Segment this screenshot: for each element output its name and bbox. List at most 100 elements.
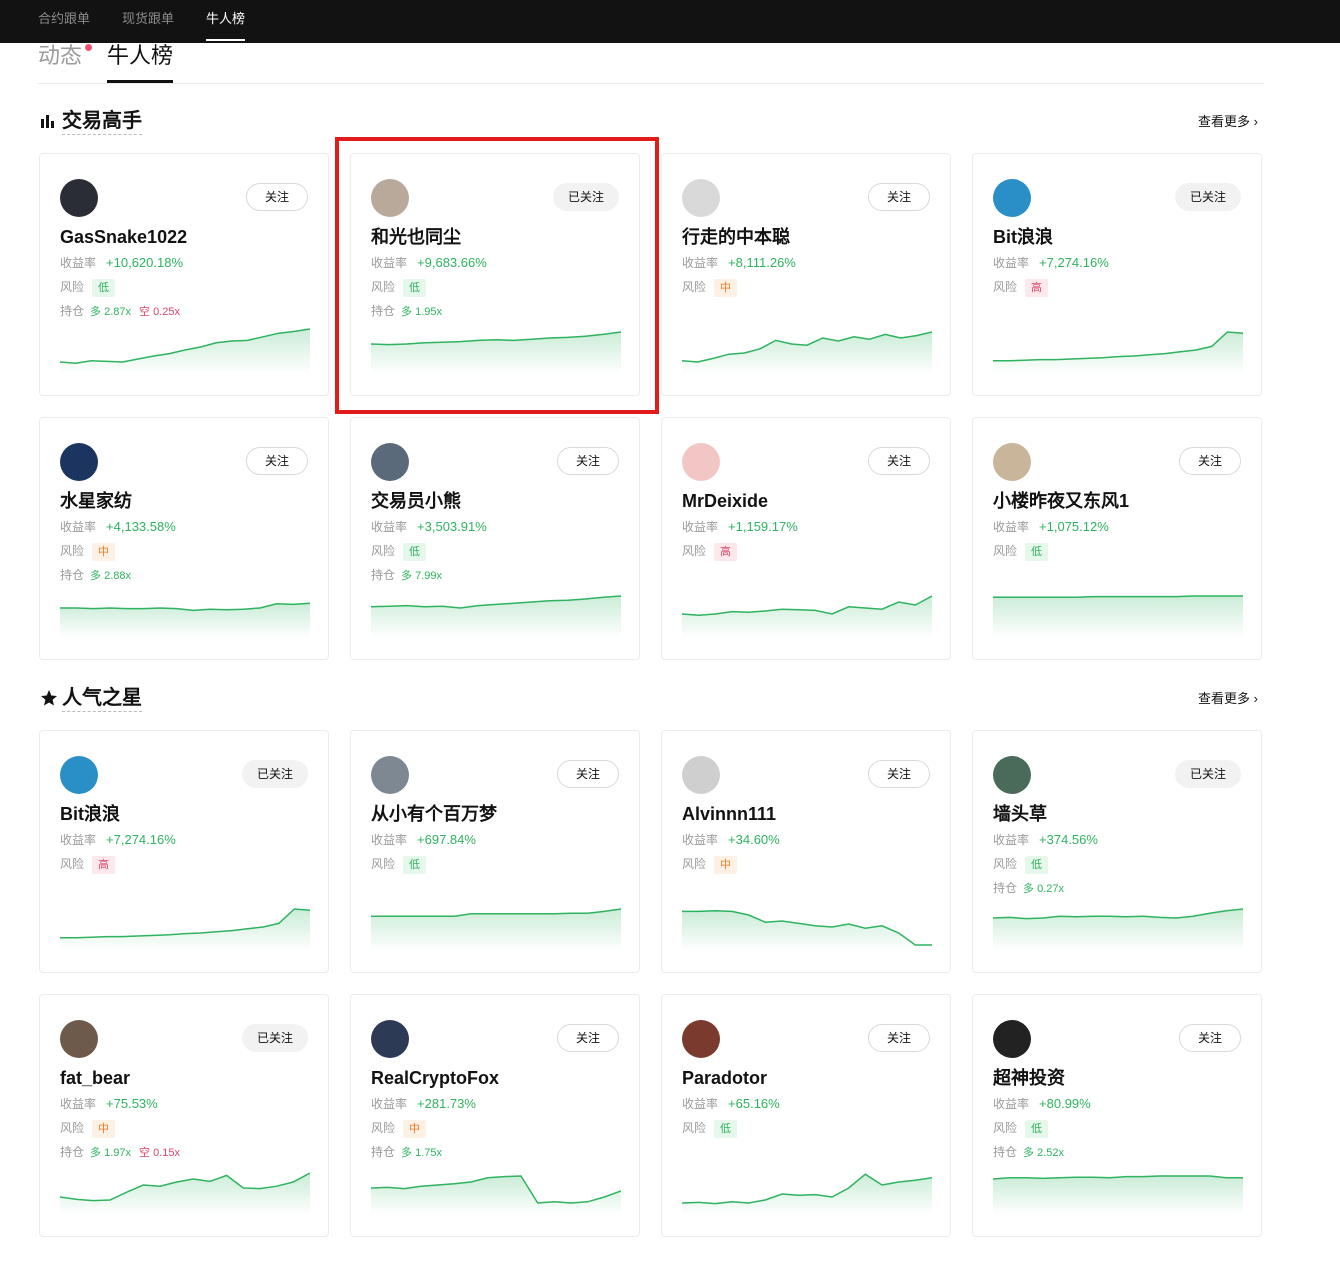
- follow-button[interactable]: 关注: [867, 760, 930, 788]
- trader-card[interactable]: 关注 Alvinnn111 收益率 +34.60% 风险中: [661, 730, 951, 973]
- risk-row: 风险中: [682, 855, 738, 874]
- sparkline-area: [60, 909, 310, 951]
- trader-card[interactable]: 关注 从小有个百万梦 收益率 +697.84% 风险低: [350, 730, 640, 973]
- trader-name[interactable]: 行走的中本聪: [682, 226, 790, 248]
- risk-row: 风险低: [60, 278, 116, 297]
- trader-card[interactable]: 已关注 Bit浪浪 收益率 +7,274.16% 风险高: [972, 153, 1262, 396]
- trader-card[interactable]: 关注 行走的中本聪 收益率 +8,111.26% 风险中: [661, 153, 951, 396]
- cartoon-kid-avatar[interactable]: [682, 443, 720, 481]
- trader-card[interactable]: 已关注 墙头草 收益率 +374.56% 风险低持仓多 0.27x: [972, 730, 1262, 973]
- trader-name[interactable]: 从小有个百万梦: [371, 803, 497, 825]
- roi-label: 收益率: [371, 833, 408, 847]
- trader-card[interactable]: 关注 MrDeixide 收益率 +1,159.17% 风险高: [661, 417, 951, 660]
- trader-card[interactable]: 关注 GasSnake1022 收益率 +10,620.18% 风险低持仓多 2.87…: [39, 153, 329, 396]
- trader-name[interactable]: fat_bear: [60, 1067, 130, 1089]
- follow-button[interactable]: 已关注: [241, 1024, 308, 1052]
- tab-ranking[interactable]: 牛人榜: [107, 40, 174, 83]
- trader-name[interactable]: GasSnake1022: [60, 226, 187, 248]
- trader-card[interactable]: 已关注 fat_bear 收益率 +75.53% 风险中持仓多 1.97x 空 0.15…: [39, 994, 329, 1237]
- bearded-man-avatar[interactable]: [682, 1020, 720, 1058]
- follow-button[interactable]: 已关注: [1174, 760, 1241, 788]
- trader-card[interactable]: 关注 Paradotor 收益率 +65.16% 风险低: [661, 994, 951, 1237]
- see-more-label: 查看更多: [1198, 114, 1251, 129]
- roi-value: +80.99%: [1039, 1096, 1091, 1111]
- trader-card[interactable]: 关注 水星家纺 收益率 +4,133.58% 风险中持仓多 2.88x: [39, 417, 329, 660]
- profit-sparkline: [682, 595, 932, 638]
- roi-row: 收益率 +1,075.12%: [993, 518, 1109, 536]
- trader-name[interactable]: Alvinnn111: [682, 803, 776, 825]
- roi-row: 收益率 +34.60%: [682, 831, 780, 849]
- tab-dynamic[interactable]: 动态: [38, 40, 92, 72]
- nav-leaderboard[interactable]: 牛人榜: [206, 0, 246, 43]
- section-header-top-traders: 交易高手 查看更多 ›: [40, 108, 1262, 136]
- dancer-avatar[interactable]: [682, 756, 720, 794]
- follow-button[interactable]: 关注: [867, 447, 930, 475]
- suit-person-avatar[interactable]: [371, 1020, 409, 1058]
- dark-disc-avatar[interactable]: [60, 179, 98, 217]
- nav-contract-copy[interactable]: 合约跟单: [38, 0, 90, 43]
- risk-badge: 高: [92, 856, 116, 874]
- wave-avatar[interactable]: [993, 179, 1031, 217]
- trader-name[interactable]: 水星家纺: [60, 490, 132, 512]
- see-more-label: 查看更多: [1198, 691, 1251, 706]
- follow-button[interactable]: 已关注: [1174, 183, 1241, 211]
- trader-name[interactable]: Bit浪浪: [993, 226, 1053, 248]
- sub-tabs: 动态 牛人榜: [38, 40, 1264, 84]
- trader-name[interactable]: 小楼昨夜又东风1: [993, 490, 1129, 512]
- trader-name[interactable]: Paradotor: [682, 1067, 767, 1089]
- follow-button[interactable]: 关注: [1178, 1024, 1241, 1052]
- roi-label: 收益率: [993, 1097, 1030, 1111]
- follow-button[interactable]: 关注: [556, 1024, 619, 1052]
- risk-badge: 中: [403, 1120, 427, 1138]
- landscape-avatar[interactable]: [371, 756, 409, 794]
- glasses-face-avatar[interactable]: [993, 443, 1031, 481]
- trader-card[interactable]: 已关注 Bit浪浪 收益率 +7,274.16% 风险高: [39, 730, 329, 973]
- follow-button[interactable]: 关注: [1178, 447, 1241, 475]
- trader-name[interactable]: RealCryptoFox: [371, 1067, 499, 1089]
- trader-name[interactable]: 和光也同尘: [371, 226, 461, 248]
- sparkline-area: [993, 596, 1243, 638]
- wave-avatar[interactable]: [60, 756, 98, 794]
- risk-label: 风险: [993, 280, 1018, 294]
- trader-card[interactable]: 关注 交易员小熊 收益率 +3,503.91% 风险低持仓多 7.99x: [350, 417, 640, 660]
- sparkline-area: [60, 1173, 310, 1215]
- follow-button[interactable]: 关注: [867, 183, 930, 211]
- risk-label: 风险: [993, 544, 1018, 558]
- follow-button[interactable]: 关注: [556, 760, 619, 788]
- trader-name[interactable]: Bit浪浪: [60, 803, 120, 825]
- nav-spot-copy[interactable]: 现货跟单: [122, 0, 174, 43]
- follow-button[interactable]: 关注: [245, 183, 308, 211]
- trader-card[interactable]: 关注 小楼昨夜又东风1 收益率 +1,075.12% 风险低: [972, 417, 1262, 660]
- roi-value: +4,133.58%: [106, 519, 176, 534]
- trader-card[interactable]: 关注 RealCryptoFox 收益率 +281.73% 风险中持仓多 1.75x: [350, 994, 640, 1237]
- follow-button[interactable]: 关注: [245, 447, 308, 475]
- risk-row: 风险高: [60, 855, 116, 874]
- risk-label: 风险: [60, 280, 85, 294]
- trader-name[interactable]: 墙头草: [993, 803, 1047, 825]
- glasses-person-avatar[interactable]: [371, 443, 409, 481]
- follow-button[interactable]: 关注: [867, 1024, 930, 1052]
- roi-value: +374.56%: [1039, 832, 1098, 847]
- trader-name[interactable]: MrDeixide: [682, 490, 768, 512]
- bear-avatar[interactable]: [60, 1020, 98, 1058]
- roi-row: 收益率 +7,274.16%: [993, 254, 1109, 272]
- follow-button[interactable]: 已关注: [241, 760, 308, 788]
- profit-sparkline: [60, 328, 310, 374]
- roi-value: +34.60%: [728, 832, 780, 847]
- profit-sparkline: [60, 1172, 310, 1215]
- frog-avatar[interactable]: [993, 756, 1031, 794]
- person-photo-avatar[interactable]: [371, 179, 409, 217]
- trader-name[interactable]: 超神投资: [993, 1067, 1065, 1089]
- see-more-link[interactable]: 查看更多 ›: [1198, 111, 1258, 130]
- trader-card[interactable]: 已关注 和光也同尘 收益率 +9,683.66% 风险低持仓多 1.95x: [350, 153, 640, 396]
- bitcoin-avatar[interactable]: [60, 443, 98, 481]
- sparkline-area: [682, 332, 932, 374]
- follow-button[interactable]: 关注: [556, 447, 619, 475]
- cartoon-panda-avatar[interactable]: [682, 179, 720, 217]
- car-avatar[interactable]: [993, 1020, 1031, 1058]
- follow-button[interactable]: 已关注: [552, 183, 619, 211]
- see-more-link[interactable]: 查看更多 ›: [1198, 688, 1258, 707]
- trader-card[interactable]: 关注 超神投资 收益率 +80.99% 风险低持仓多 2.52x: [972, 994, 1262, 1237]
- risk-label: 风险: [371, 544, 396, 558]
- trader-name[interactable]: 交易员小熊: [371, 490, 461, 512]
